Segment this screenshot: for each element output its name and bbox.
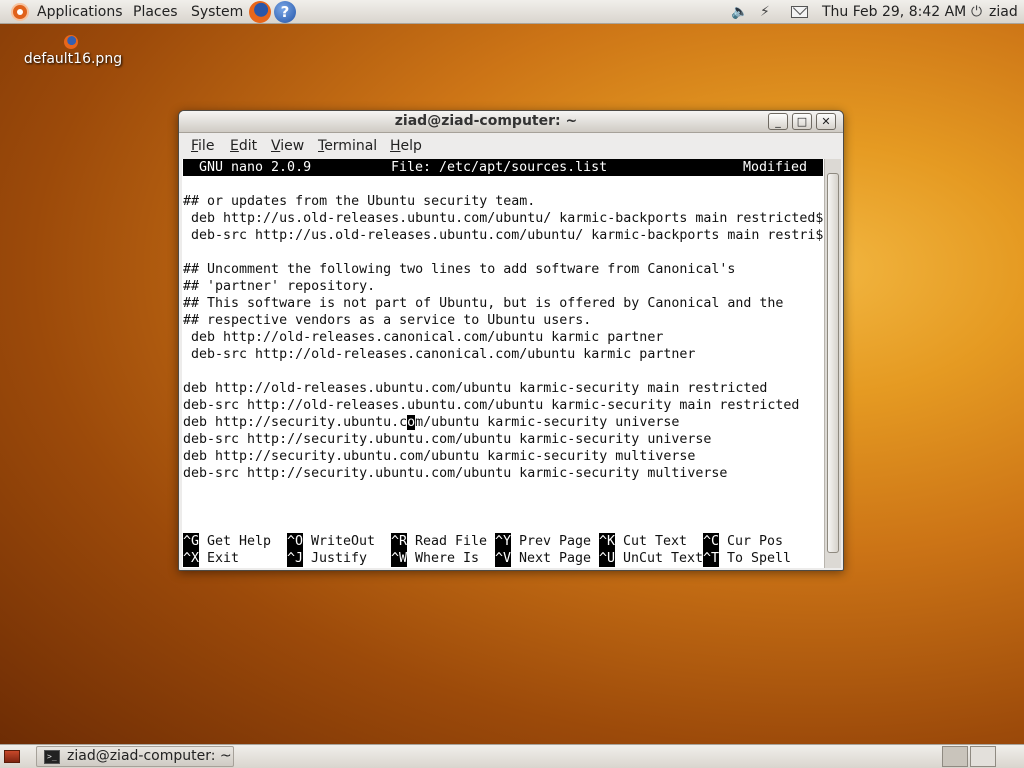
nano-version: GNU nano 2.0.9 [199,160,312,175]
shortcut-label: Exit [207,551,240,566]
nano-header: GNU nano 2.0.9 File: /etc/apt/sources.li… [183,159,823,176]
shortcut-key: ^R [391,533,408,550]
scrollbar-thumb[interactable] [827,173,839,553]
window-titlebar[interactable]: ziad@ziad-computer: ~ _ □ ✕ [179,111,843,133]
firefox-icon[interactable] [249,1,271,23]
shortcut-label: Where Is [415,551,480,566]
mail-icon[interactable] [791,6,808,18]
nano-filename: File: /etc/apt/sources.list [391,160,608,175]
desktop-icon-label[interactable]: default16.png [18,51,128,67]
power-icon[interactable]: ⏻ [971,4,982,20]
top-panel: Applications Places System ? 🔈 ⚡ Thu Feb… [0,0,1024,24]
shortcut-label: Cur Pos [727,534,784,549]
shortcut-key: ^C [703,533,720,550]
maximize-button[interactable]: □ [792,113,812,130]
shortcut-label: To Spell [727,551,792,566]
file-line: ## Uncomment the following two lines to … [183,262,736,277]
workspace-2[interactable] [970,746,996,767]
shortcut-key: ^J [287,550,304,567]
taskbar-label: ziad@ziad-computer: ~ [67,748,232,764]
file-line [183,363,823,380]
volume-icon[interactable]: 🔈 [731,4,748,20]
file-line: deb http://old-releases.canonical.com/ub… [183,330,664,345]
terminal-icon: >_ [44,750,60,764]
menu-view[interactable]: View [271,138,304,154]
menu-file[interactable]: File [191,138,214,154]
shortcut-label: Justify [311,551,368,566]
terminal-area[interactable]: GNU nano 2.0.9 File: /etc/apt/sources.li… [182,159,824,568]
terminal-scrollbar[interactable] [824,159,841,568]
minimize-button[interactable]: _ [768,113,788,130]
file-line: deb http://old-releases.ubuntu.com/ubunt… [183,381,768,396]
menu-edit[interactable]: Edit [230,138,257,154]
file-line [183,176,823,193]
shortcut-key: ^G [183,533,200,550]
shortcut-label: Read File [415,534,488,549]
file-line: ## 'partner' repository. [183,279,376,294]
menu-terminal[interactable]: Terminal [318,138,377,154]
file-line: deb http://security.ubuntu.com/ubuntu ka… [183,415,680,430]
ubuntu-logo-icon[interactable] [11,3,29,21]
shortcut-label: WriteOut [311,534,376,549]
places-menu[interactable]: Places [133,3,178,21]
bottom-panel: >_ ziad@ziad-computer: ~ [0,744,1024,768]
clock[interactable]: Thu Feb 29, 8:42 AM [822,3,966,21]
file-line [183,244,823,261]
terminal-window: ziad@ziad-computer: ~ _ □ ✕ File Edit Vi… [178,110,844,571]
file-line: deb-src http://us.old-releases.ubuntu.co… [183,228,824,243]
shortcut-key: ^K [599,533,616,550]
file-line: deb-src http://security.ubuntu.com/ubunt… [183,466,728,481]
file-line: deb-src http://security.ubuntu.com/ubunt… [183,432,712,447]
nano-status: Modified [743,160,808,175]
show-desktop-icon[interactable] [4,750,20,763]
help-icon[interactable]: ? [274,1,296,23]
shortcut-key: ^W [391,550,408,567]
window-menubar: File Edit View Terminal Help [180,134,842,159]
shortcut-key: ^X [183,550,200,567]
file-line: ## This software is not part of Ubuntu, … [183,296,784,311]
network-icon[interactable]: ⚡ [760,4,770,20]
file-line: deb-src http://old-releases.ubuntu.com/u… [183,398,800,413]
user-name[interactable]: ziad [989,3,1018,21]
shortcut-key: ^Y [495,533,512,550]
file-line: deb-src http://old-releases.canonical.co… [183,347,696,362]
shortcut-key: ^T [703,550,720,567]
taskbar-terminal-button[interactable]: >_ ziad@ziad-computer: ~ [36,746,234,767]
shortcut-label: Next Page [519,551,592,566]
shortcut-key: ^V [495,550,512,567]
file-line: deb http://security.ubuntu.com/ubuntu ka… [183,449,696,464]
window-title: ziad@ziad-computer: ~ [394,113,578,129]
file-line: ## or updates from the Ubuntu security t… [183,194,536,209]
file-line: ## respective vendors as a service to Ub… [183,313,592,328]
applications-menu[interactable]: Applications [37,3,123,21]
close-button[interactable]: ✕ [816,113,836,130]
image-file-icon[interactable] [64,35,78,49]
menu-help[interactable]: Help [390,138,422,154]
system-menu[interactable]: System [191,3,243,21]
text-cursor: o [407,415,416,430]
shortcut-key: ^O [287,533,304,550]
shortcut-label: Cut Text [623,534,688,549]
file-line: deb http://us.old-releases.ubuntu.com/ub… [183,211,824,226]
shortcut-label: Prev Page [519,534,592,549]
shortcut-label: UnCut Text [623,551,704,566]
workspace-1[interactable] [942,746,968,767]
shortcut-key: ^U [599,550,616,567]
shortcut-label: Get Help [207,534,272,549]
